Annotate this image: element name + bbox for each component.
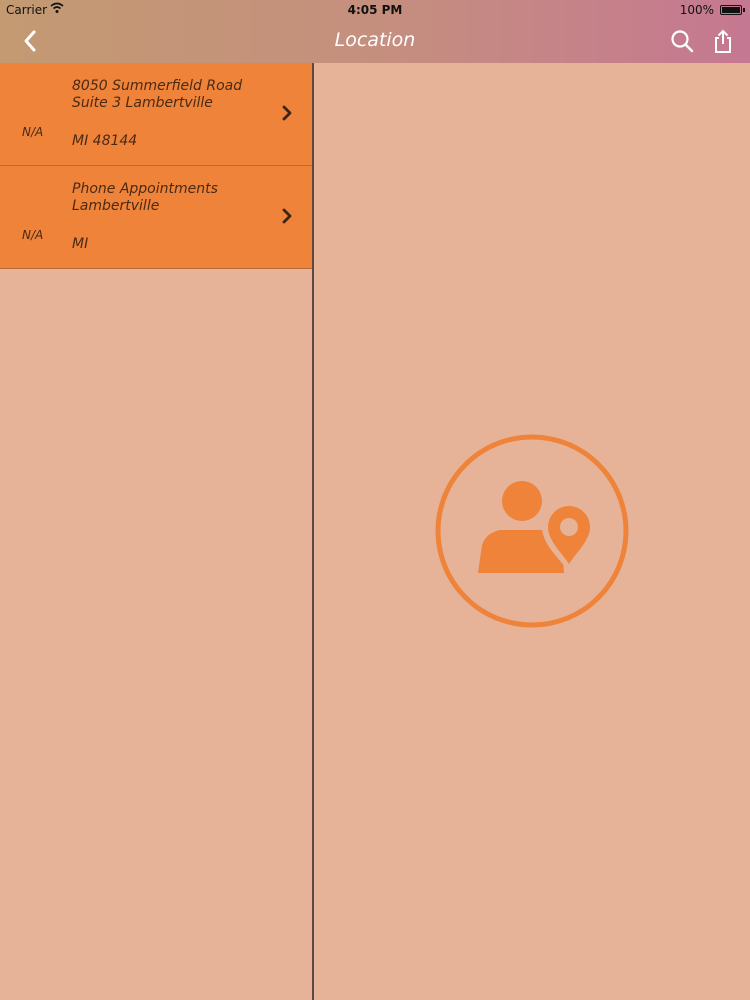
navigation-bar: Location: [0, 20, 750, 63]
page-title: Location: [334, 29, 416, 51]
location-line-2: Lambertville: [72, 198, 160, 214]
location-badge: N/A: [22, 125, 44, 139]
clock: 4:05 PM: [347, 3, 403, 17]
location-line-1: Phone Appointments: [72, 181, 218, 197]
location-line-3: MI: [72, 236, 89, 252]
battery-icon: [720, 5, 745, 15]
status-bar: Carrier 4:05 PM 100%: [0, 0, 750, 20]
search-icon[interactable]: [670, 29, 694, 53]
location-line-2: Suite 3 Lambertville: [72, 95, 213, 111]
chevron-right-icon: [282, 208, 292, 224]
person-location-icon: [435, 434, 629, 628]
chevron-right-icon: [282, 105, 292, 121]
location-line-3: MI 48144: [72, 133, 138, 149]
list-item[interactable]: N/A Phone Appointments Lambertville MI: [0, 166, 312, 269]
location-list: N/A 8050 Summerfield Road Suite 3 Lamber…: [0, 63, 312, 1000]
location-line-1: 8050 Summerfield Road: [72, 78, 243, 94]
share-icon[interactable]: [712, 28, 734, 54]
split-view-divider: [312, 63, 314, 1000]
location-badge: N/A: [22, 228, 44, 242]
battery-percentage: 100%: [679, 3, 714, 17]
list-item[interactable]: N/A 8050 Summerfield Road Suite 3 Lamber…: [0, 63, 312, 166]
